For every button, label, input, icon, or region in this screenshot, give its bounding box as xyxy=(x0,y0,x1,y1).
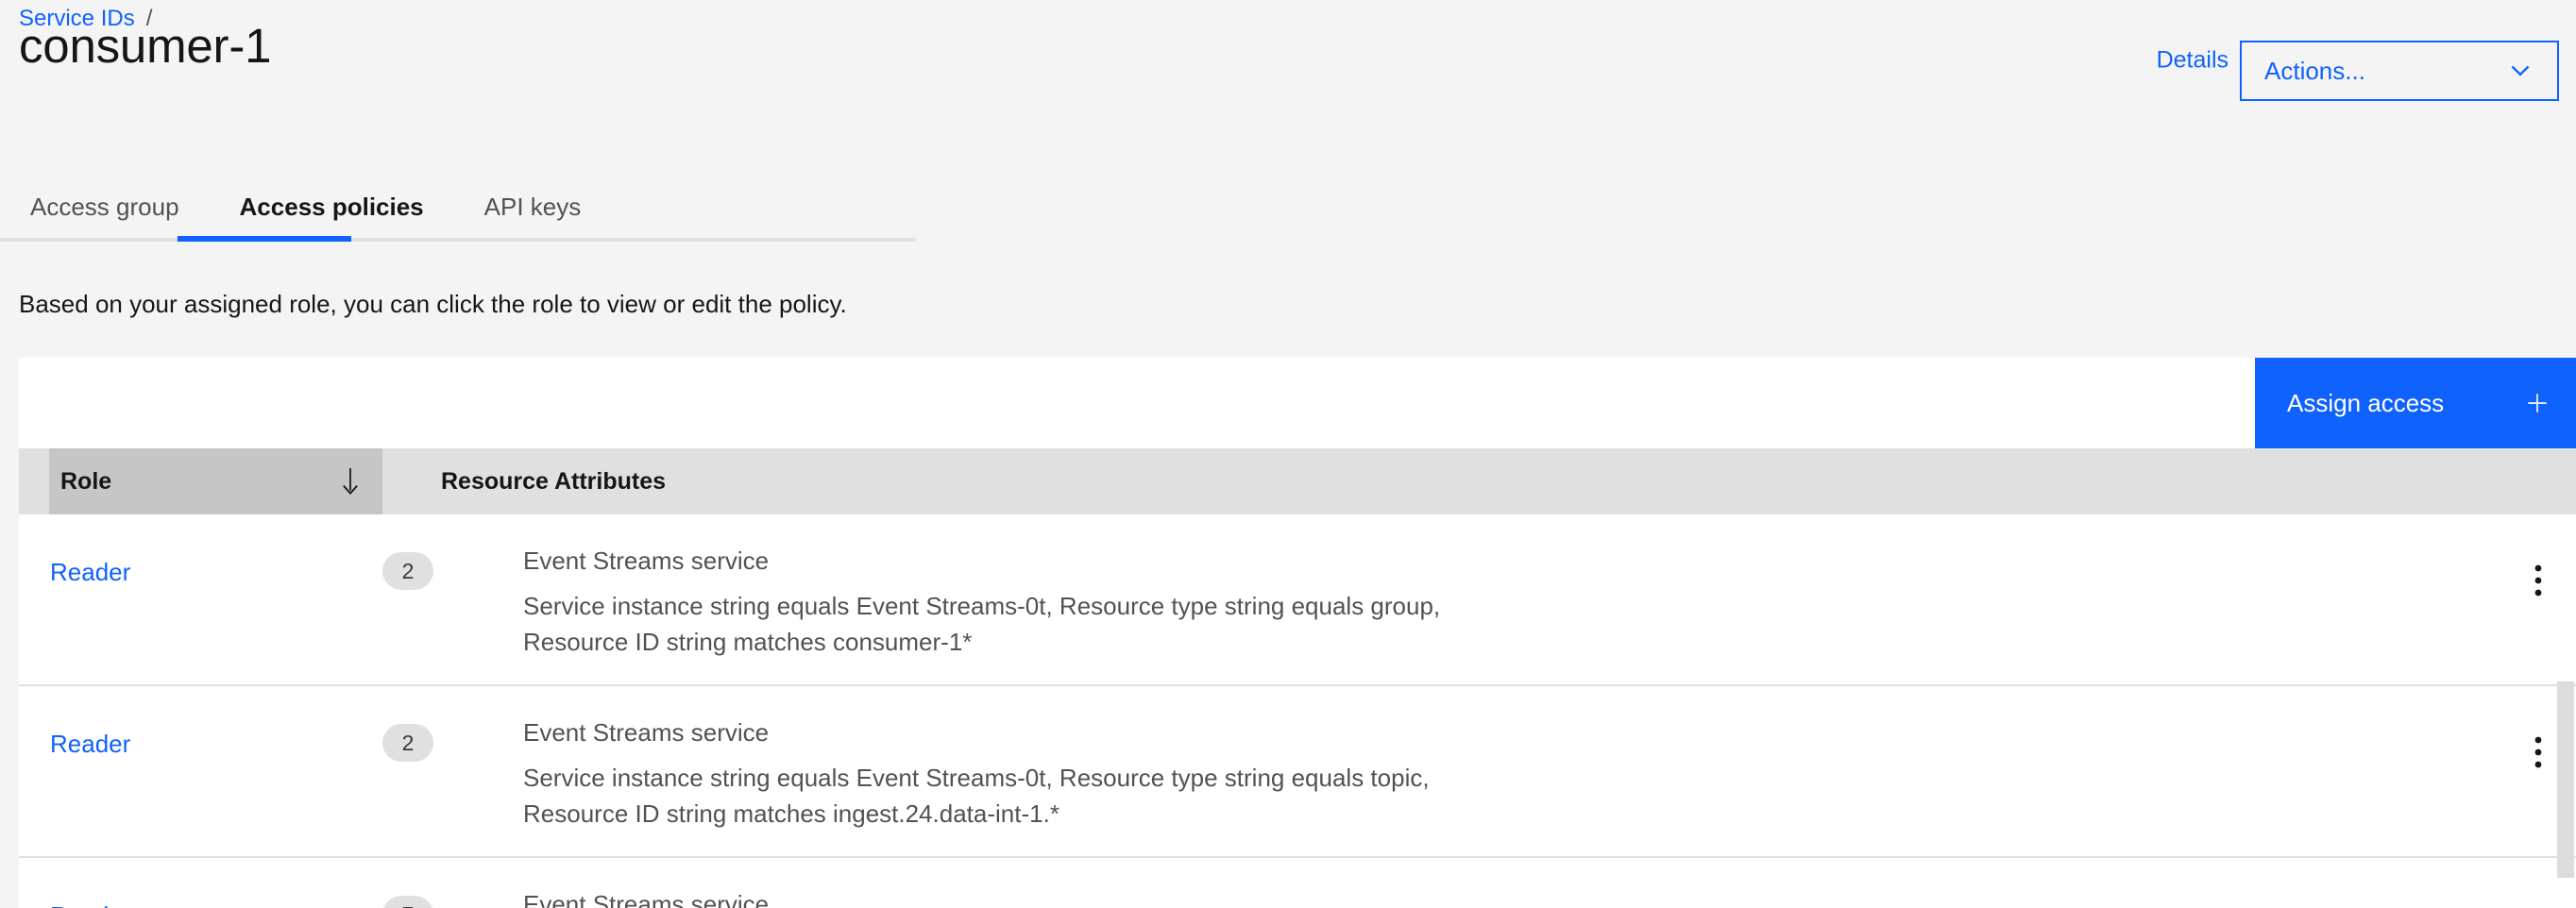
cell-count: 2 xyxy=(382,686,469,762)
tab-active-indicator xyxy=(178,236,351,242)
assign-access-label: Assign access xyxy=(2287,388,2445,417)
table-row: Reader 2 Event Streams service Service i… xyxy=(19,686,2576,858)
overflow-menu-vertical-icon xyxy=(2534,736,2542,768)
table-row: Reader 7 Event Streams service Service i… xyxy=(19,858,2576,908)
actions-button-label: Actions... xyxy=(2264,56,2365,85)
role-link[interactable]: Reader xyxy=(50,901,130,908)
page-scrollbar-thumb[interactable] xyxy=(2557,681,2574,878)
column-header-resource-attributes-label: Resource Attributes xyxy=(441,467,667,495)
table-toolbar: Assign access xyxy=(19,358,2576,448)
overflow-menu-button[interactable] xyxy=(2517,731,2559,773)
tab-access-policies[interactable]: Access policies xyxy=(210,176,454,238)
cell-resource-attributes: Event Streams service Service instance s… xyxy=(469,858,2500,908)
cell-count: 7 xyxy=(382,858,469,908)
sort-descending-arrow-icon xyxy=(337,465,364,497)
resource-attribute-detail: Service instance string equals Event Str… xyxy=(523,764,1430,828)
page-description: Based on your assigned role, you can cli… xyxy=(19,290,847,318)
cell-role: Reader xyxy=(19,514,382,587)
page-scrollbar[interactable] xyxy=(2555,0,2576,908)
cell-role: Reader xyxy=(19,858,382,908)
overflow-menu-button[interactable] xyxy=(2517,903,2559,908)
overflow-menu-vertical-icon xyxy=(2534,564,2542,597)
page-title: consumer-1 xyxy=(19,19,272,73)
assign-access-button[interactable]: Assign access xyxy=(2255,358,2576,448)
resource-service-name: Event Streams service xyxy=(523,718,770,747)
tab-divider xyxy=(0,238,916,242)
tab-api-keys[interactable]: API keys xyxy=(454,176,612,238)
resource-service-name: Event Streams service xyxy=(523,890,770,908)
column-header-role[interactable]: Role xyxy=(49,448,382,514)
table-row: Reader 2 Event Streams service Service i… xyxy=(19,514,2576,686)
role-link[interactable]: Reader xyxy=(50,730,130,758)
tab-access-group[interactable]: Access group xyxy=(0,176,210,238)
role-link[interactable]: Reader xyxy=(50,558,130,586)
count-badge: 2 xyxy=(382,724,433,762)
resource-attribute-detail: Service instance string equals Event Str… xyxy=(523,592,1441,656)
count-badge: 2 xyxy=(382,552,433,590)
table-header-row: Role Resource Attributes xyxy=(19,448,2576,514)
actions-button[interactable]: Actions... xyxy=(2240,41,2559,101)
cell-role: Reader xyxy=(19,686,382,759)
details-link[interactable]: Details xyxy=(2157,47,2229,75)
page-root: Service IDs / consumer-1 Details Actions… xyxy=(0,0,2576,908)
chevron-down-icon xyxy=(2506,57,2534,85)
access-policies-table: Role Resource Attributes Reader 2 Event … xyxy=(19,448,2576,908)
count-badge: 7 xyxy=(382,896,433,908)
cell-resource-attributes: Event Streams service Service instance s… xyxy=(469,686,2500,856)
cell-resource-attributes: Event Streams service Service instance s… xyxy=(469,514,2500,684)
resource-service-name: Event Streams service xyxy=(523,546,770,575)
tab-list: Access group Access policies API keys xyxy=(0,176,916,244)
overflow-menu-button[interactable] xyxy=(2517,560,2559,601)
column-header-resource-attributes: Resource Attributes xyxy=(382,448,2576,514)
column-header-role-label: Role xyxy=(60,467,112,495)
plus-icon xyxy=(2525,391,2550,415)
cell-count: 2 xyxy=(382,514,469,590)
